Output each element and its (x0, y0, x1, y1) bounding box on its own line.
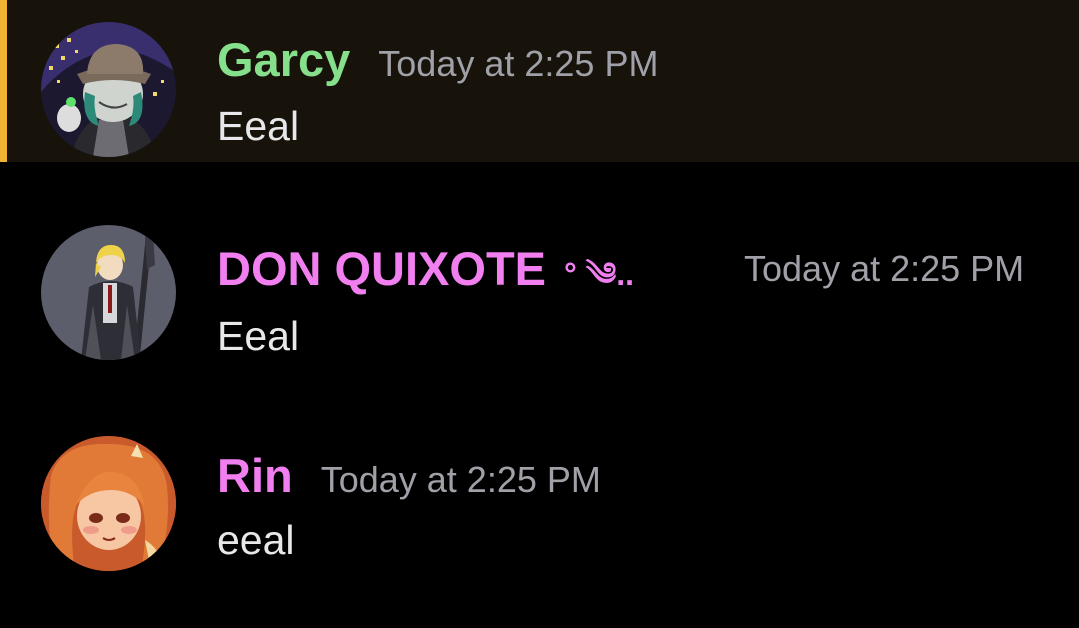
avatar[interactable] (41, 22, 176, 157)
timestamp: Today at 2:25 PM (320, 459, 601, 500)
username[interactable]: DON QUIXOTE ° ༄.. (217, 241, 634, 302)
message-item[interactable]: DON QUIXOTE ° ༄.. Today at 2:25 PM Eeal (0, 205, 1079, 375)
avatar-hat-character-icon (41, 22, 176, 157)
username[interactable]: Garcy (217, 32, 350, 88)
message-content: eeal (217, 517, 295, 563)
message-item[interactable]: Garcy Today at 2:25 PM Eeal (0, 0, 1079, 162)
avatar[interactable] (41, 436, 176, 571)
message-content: Eeal (217, 103, 300, 149)
username[interactable]: Rin (217, 448, 293, 504)
username-text: DON QUIXOTE (217, 242, 547, 295)
message-header: Garcy Today at 2:25 PM (217, 32, 658, 92)
message-item[interactable]: Rin Today at 2:25 PM eeal (0, 420, 1079, 590)
avatar[interactable] (41, 225, 176, 360)
message-content: Eeal (217, 313, 300, 359)
mention-highlight-bar (0, 0, 7, 162)
message-header: DON QUIXOTE ° ༄.. Today at 2:25 PM (217, 241, 1024, 302)
avatar-knight-character-icon (41, 225, 176, 360)
timestamp: Today at 2:25 PM (744, 248, 1025, 289)
message-header: Rin Today at 2:25 PM (217, 448, 601, 508)
username-decoration: ° ༄.. (564, 256, 635, 292)
avatar-redhead-character-icon (41, 436, 176, 571)
chat-message-list: Garcy Today at 2:25 PM Eeal DON QUIXOTE ° … (0, 0, 1079, 628)
timestamp: Today at 2:25 PM (378, 43, 659, 84)
